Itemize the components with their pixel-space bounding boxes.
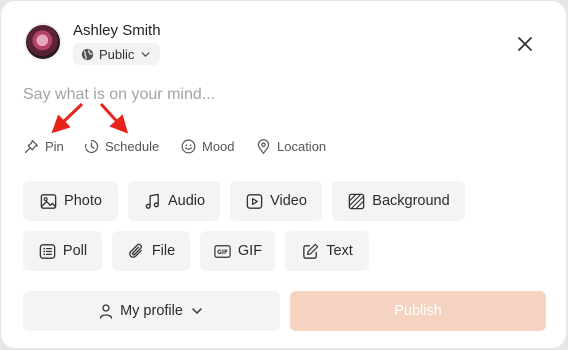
photo-button[interactable]: Photo (23, 181, 118, 221)
create-post-dialog: Ashley Smith Public Pin Schedule (1, 1, 566, 348)
visibility-dropdown[interactable]: Public (73, 43, 161, 65)
file-label: File (151, 243, 176, 259)
photo-label: Photo (64, 193, 102, 209)
chevron-down-icon (192, 308, 202, 315)
location-option[interactable]: Location (255, 137, 326, 155)
poll-label: Poll (62, 243, 88, 259)
clock-icon (84, 139, 99, 153)
hatched-square-icon (349, 193, 365, 209)
background-label: Background (372, 193, 450, 209)
pin-label: Pin (45, 138, 64, 154)
user-icon (99, 304, 113, 319)
pin-option[interactable]: Pin (23, 137, 64, 155)
close-icon (518, 37, 532, 51)
publish-label: Publish (394, 303, 442, 319)
video-button[interactable]: Video (230, 181, 322, 221)
location-pin-icon (257, 138, 270, 154)
pencil-square-icon (303, 243, 319, 259)
user-name: Ashley Smith (73, 22, 161, 39)
pin-icon (24, 139, 39, 153)
profile-label: My profile (120, 303, 183, 319)
text-label: Text (326, 243, 353, 259)
gif-button[interactable]: GIF GIF (200, 231, 275, 271)
mood-option[interactable]: Mood (180, 137, 235, 155)
profile-selector[interactable]: My profile (23, 291, 280, 331)
post-text-input[interactable] (23, 84, 523, 106)
svg-text:GIF: GIF (217, 249, 228, 255)
close-button[interactable] (514, 33, 536, 55)
text-button[interactable]: Text (285, 231, 369, 271)
location-label: Location (277, 138, 327, 154)
list-icon (39, 243, 56, 259)
publish-button[interactable]: Publish (290, 291, 546, 331)
visibility-label: Public (99, 46, 135, 62)
video-play-icon (246, 193, 263, 209)
globe-icon (81, 48, 94, 60)
smiley-icon (181, 139, 196, 153)
schedule-label: Schedule (105, 138, 160, 154)
poll-button[interactable]: Poll (23, 231, 102, 271)
video-label: Video (270, 193, 307, 209)
paperclip-icon (128, 243, 142, 258)
audio-button[interactable]: Audio (128, 181, 220, 221)
gif-label: GIF (237, 243, 263, 259)
music-note-icon (145, 193, 159, 209)
gif-icon: GIF (214, 244, 231, 258)
file-button[interactable]: File (112, 231, 190, 271)
audio-label: Audio (167, 193, 206, 209)
background-button[interactable]: Background (332, 181, 465, 221)
image-icon (40, 193, 57, 209)
mood-label: Mood (202, 138, 235, 154)
chevron-down-icon (142, 51, 150, 57)
avatar[interactable] (24, 23, 62, 61)
schedule-option[interactable]: Schedule (83, 137, 159, 155)
